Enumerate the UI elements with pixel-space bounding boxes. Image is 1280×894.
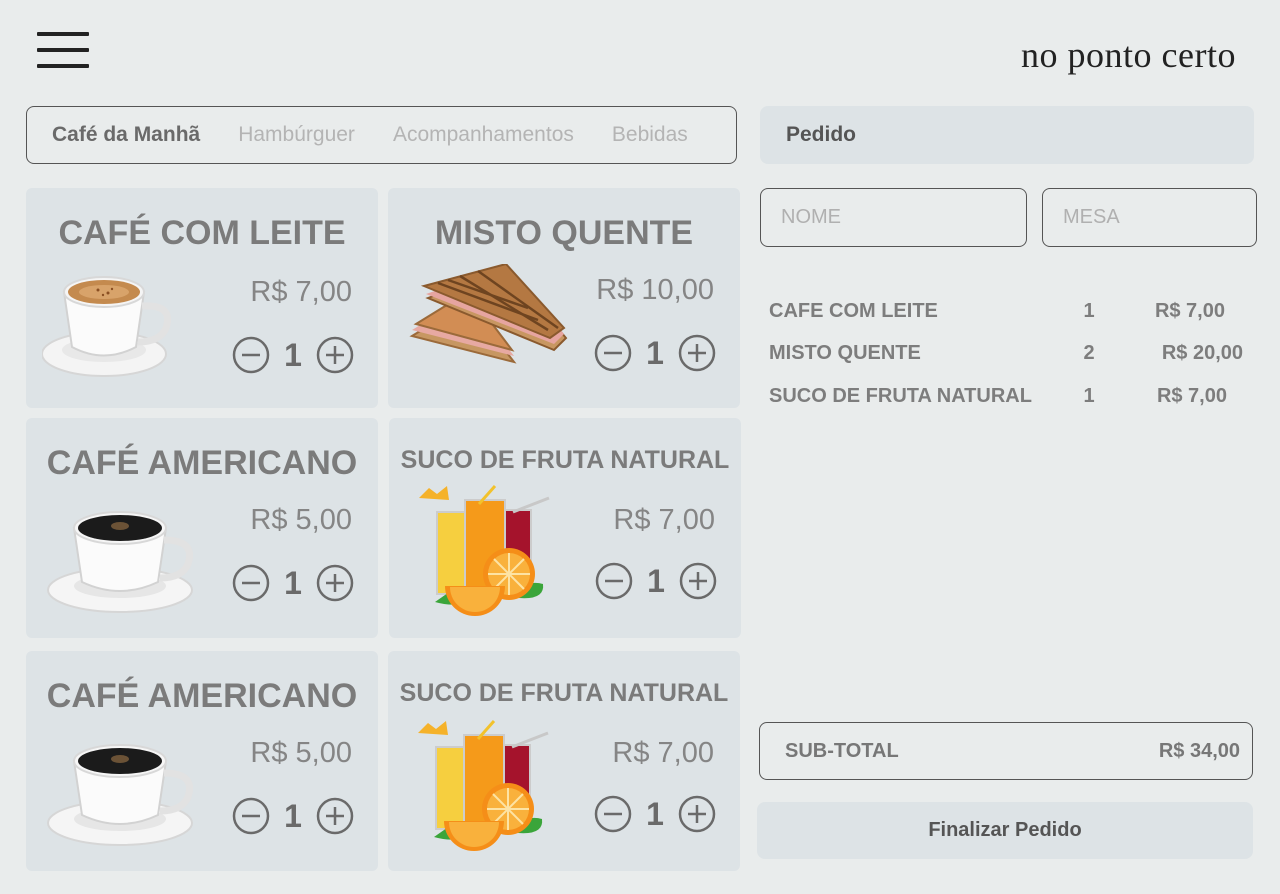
quantity-stepper: 1 bbox=[594, 334, 716, 372]
quantity-value: 1 bbox=[284, 797, 302, 834]
plus-icon[interactable] bbox=[678, 334, 716, 372]
order-item-price: R$ 20,00 bbox=[1161, 342, 1243, 364]
product-name: CAFÉ COM LEITE bbox=[58, 214, 346, 252]
hamburger-menu-icon[interactable] bbox=[37, 32, 89, 70]
product-card[interactable]: SUCO DE FRUTA NATURAL R$ 7,00 1 bbox=[388, 651, 740, 871]
coffee-with-milk-image bbox=[42, 276, 171, 377]
product-name: SUCO DE FRUTA NATURAL bbox=[400, 446, 730, 474]
quantity-stepper: 1 bbox=[232, 336, 354, 374]
order-item-row: CAFE COM LEITE 1 R$ 7,00 bbox=[769, 300, 1249, 330]
quantity-stepper: 1 bbox=[594, 795, 716, 833]
minus-icon[interactable] bbox=[232, 336, 270, 374]
quantity-value: 1 bbox=[647, 562, 665, 599]
ham-cheese-sandwich-image bbox=[409, 264, 568, 364]
product-price: R$ 5,00 bbox=[250, 504, 352, 536]
plus-icon[interactable] bbox=[679, 562, 717, 600]
quantity-value: 1 bbox=[284, 564, 302, 601]
quantity-value: 1 bbox=[646, 334, 664, 371]
brand-logo: no ponto certo bbox=[1021, 35, 1236, 75]
product-price: R$ 7,00 bbox=[612, 737, 714, 769]
quantity-stepper: 1 bbox=[232, 564, 354, 602]
order-panel-title: Pedido bbox=[760, 106, 1254, 164]
minus-icon[interactable] bbox=[594, 795, 632, 833]
product-card[interactable]: CAFÉ COM LEITE R$ 7,00 1 bbox=[26, 188, 378, 408]
fruit-juice-image bbox=[419, 485, 550, 616]
tab-hamburguer[interactable]: Hambúrguer bbox=[238, 123, 355, 147]
product-price: R$ 5,00 bbox=[250, 737, 352, 769]
quantity-stepper: 1 bbox=[232, 797, 354, 835]
order-item-name: SUCO DE FRUTA NATURAL bbox=[769, 385, 1032, 407]
order-item-row: SUCO DE FRUTA NATURAL 1 R$ 7,00 bbox=[769, 385, 1249, 415]
tab-acompanhamentos[interactable]: Acompanhamentos bbox=[393, 123, 574, 147]
quantity-value: 1 bbox=[284, 336, 302, 373]
subtotal-box: SUB-TOTAL R$ 34,00 bbox=[759, 722, 1253, 780]
order-item-qty: 2 bbox=[1083, 342, 1095, 364]
subtotal-value: R$ 34,00 bbox=[1158, 739, 1240, 762]
minus-icon[interactable] bbox=[232, 564, 270, 602]
table-field[interactable] bbox=[1042, 188, 1257, 247]
order-item-name: MISTO QUENTE bbox=[769, 342, 921, 364]
name-field[interactable] bbox=[760, 188, 1027, 247]
subtotal-label: SUB-TOTAL bbox=[785, 739, 899, 762]
product-card[interactable]: MISTO QUENTE R$ 10,00 1 bbox=[388, 188, 740, 408]
minus-icon[interactable] bbox=[232, 797, 270, 835]
plus-icon[interactable] bbox=[316, 797, 354, 835]
plus-icon[interactable] bbox=[316, 564, 354, 602]
product-price: R$ 7,00 bbox=[613, 504, 715, 536]
tab-bebidas[interactable]: Bebidas bbox=[612, 123, 688, 147]
product-name: SUCO DE FRUTA NATURAL bbox=[399, 679, 729, 707]
plus-icon[interactable] bbox=[678, 795, 716, 833]
product-name: CAFÉ AMERICANO bbox=[46, 677, 358, 715]
product-card[interactable]: CAFÉ AMERICANO R$ 5,00 1 bbox=[26, 651, 378, 871]
product-price: R$ 10,00 bbox=[596, 274, 714, 306]
order-item-name: CAFE COM LEITE bbox=[769, 300, 938, 322]
product-name: CAFÉ AMERICANO bbox=[46, 444, 358, 482]
tab-cafe-da-manha[interactable]: Café da Manhã bbox=[52, 123, 200, 147]
category-tabs: Café da Manhã Hambúrguer Acompanhamentos… bbox=[26, 106, 737, 164]
order-item-price: R$ 7,00 bbox=[1156, 385, 1227, 407]
order-item-price: R$ 7,00 bbox=[1154, 300, 1225, 322]
order-item-row: MISTO QUENTE 2 R$ 20,00 bbox=[769, 342, 1249, 372]
plus-icon[interactable] bbox=[316, 336, 354, 374]
order-item-qty: 1 bbox=[1083, 300, 1095, 322]
product-name: MISTO QUENTE bbox=[434, 214, 694, 252]
quantity-stepper: 1 bbox=[595, 562, 717, 600]
black-coffee-image bbox=[47, 744, 193, 846]
black-coffee-image bbox=[47, 511, 193, 613]
finalize-order-button[interactable]: Finalizar Pedido bbox=[757, 802, 1253, 859]
order-item-qty: 1 bbox=[1083, 385, 1095, 407]
minus-icon[interactable] bbox=[594, 334, 632, 372]
product-card[interactable]: SUCO DE FRUTA NATURAL R$ 7,00 1 bbox=[389, 418, 741, 638]
quantity-value: 1 bbox=[646, 795, 664, 832]
fruit-juice-image bbox=[418, 720, 549, 851]
product-card[interactable]: CAFÉ AMERICANO R$ 5,00 1 bbox=[26, 418, 378, 638]
product-price: R$ 7,00 bbox=[250, 276, 352, 308]
minus-icon[interactable] bbox=[595, 562, 633, 600]
